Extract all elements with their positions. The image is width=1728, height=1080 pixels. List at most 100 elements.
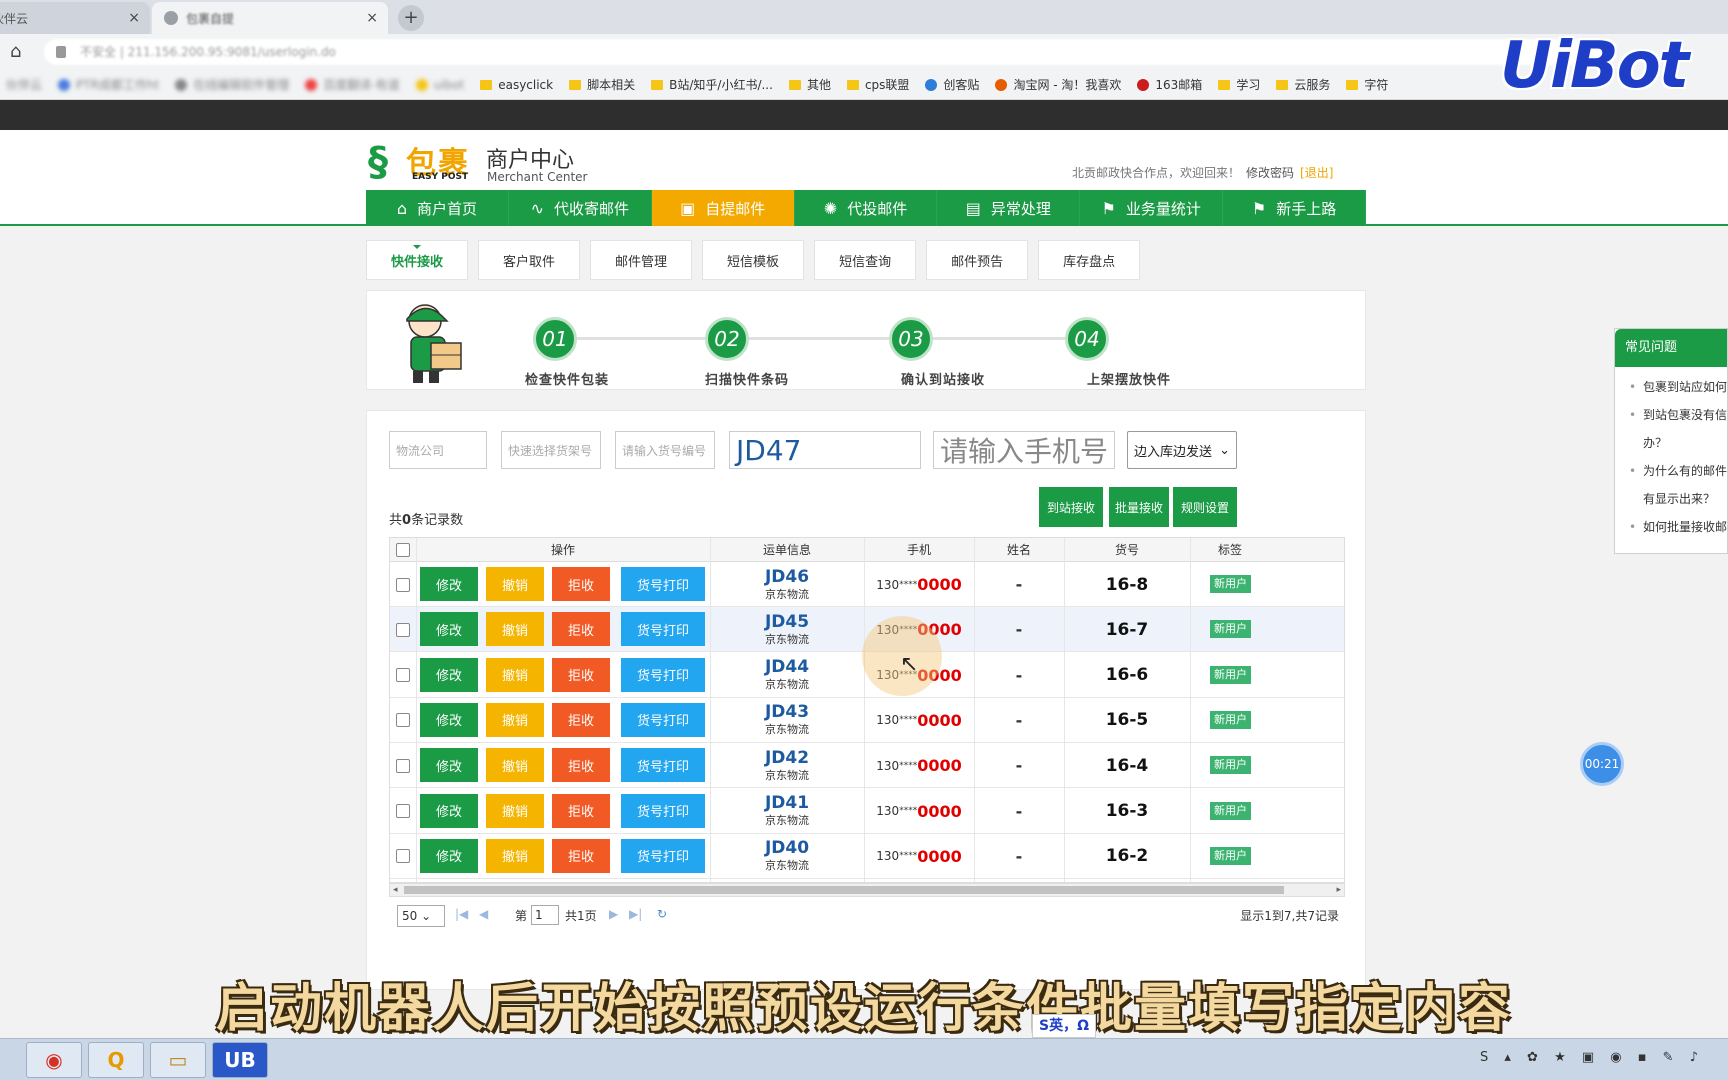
print-slot-button[interactable]: 货号打印 <box>621 612 705 647</box>
change-password-link[interactable]: 修改密码 <box>1246 166 1294 180</box>
chrome-icon[interactable]: ◉ <box>26 1042 82 1078</box>
print-slot-button[interactable]: 货号打印 <box>621 657 705 692</box>
nav-item-6[interactable]: ⚑ 新手上路 <box>1223 190 1367 226</box>
subtab-3[interactable]: 短信模板 <box>702 240 805 280</box>
bookmark-item[interactable]: 百度翻译-有道 <box>305 76 400 93</box>
waybill-number[interactable]: JD44 <box>765 658 809 676</box>
faq-item[interactable]: • 为什么有的邮件 <box>1615 457 1727 485</box>
row-checkbox[interactable] <box>396 622 410 637</box>
next-page-icon[interactable]: ▶ <box>609 907 618 921</box>
edit-button[interactable]: 修改 <box>420 567 478 601</box>
reject-button[interactable]: 拒收 <box>552 838 610 873</box>
subtab-4[interactable]: 短信查询 <box>814 240 917 280</box>
bookmark-item[interactable]: 在线编辑软件管理 <box>175 76 289 93</box>
undo-button[interactable]: 撤销 <box>486 748 544 783</box>
mode-select[interactable]: 边入库边发送 ⌄ <box>1127 431 1237 469</box>
print-slot-button[interactable]: 货号打印 <box>621 702 705 737</box>
edit-button[interactable]: 修改 <box>420 838 478 873</box>
bookmark-item[interactable]: B站/知乎/小红书/... <box>651 76 773 93</box>
reject-button[interactable]: 拒收 <box>552 612 610 647</box>
row-checkbox[interactable] <box>396 713 410 728</box>
reject-button[interactable]: 拒收 <box>552 657 610 692</box>
undo-button[interactable]: 撤销 <box>486 567 544 601</box>
bookmark-item[interactable]: 其他 <box>788 76 831 93</box>
page-size-select[interactable]: 50 ⌄ <box>397 905 445 927</box>
nav-item-5[interactable]: ⚑ 业务量统计 <box>1080 190 1224 226</box>
row-checkbox[interactable] <box>396 668 410 683</box>
subtab-1[interactable]: 客户取件 <box>478 240 581 280</box>
row-checkbox[interactable] <box>396 804 410 818</box>
scroll-right-icon[interactable]: ▸ <box>1336 884 1341 896</box>
faq-item[interactable]: • 如何批量接收邮 <box>1615 513 1727 541</box>
batch-receive-button[interactable]: 批量接收 <box>1109 487 1169 527</box>
edit-button[interactable]: 修改 <box>420 748 478 783</box>
logout-link[interactable]: [退出] <box>1300 166 1333 180</box>
waybill-number[interactable]: JD42 <box>765 749 809 767</box>
new-tab-button[interactable]: + <box>398 5 424 31</box>
ime-indicator[interactable]: S英，Ω <box>1032 1014 1096 1038</box>
bookmark-item[interactable]: 脚本相关 <box>569 76 635 93</box>
edit-button[interactable]: 修改 <box>420 702 478 737</box>
reject-button[interactable]: 拒收 <box>552 702 610 737</box>
waybill-number[interactable]: JD46 <box>765 568 809 586</box>
slot-number-input[interactable]: 请输入货号编号 <box>615 431 715 469</box>
bookmark-item[interactable]: 字符 <box>1346 76 1388 93</box>
last-page-icon[interactable]: ▶| <box>629 907 642 921</box>
nav-item-0[interactable]: ⌂ 商户首页 <box>366 190 509 226</box>
arrive-receive-button[interactable]: 到站接收 <box>1039 487 1103 527</box>
bookmark-item[interactable]: cps联盟 <box>846 76 909 93</box>
bookmark-item[interactable]: PTR成都工作ht <box>58 76 159 93</box>
page-input[interactable]: 1 <box>531 905 559 925</box>
row-checkbox[interactable] <box>396 849 410 864</box>
faq-item[interactable]: • 到站包裹没有信 <box>1615 401 1727 429</box>
waybill-input[interactable]: JD47 <box>729 431 921 469</box>
row-checkbox[interactable] <box>396 577 410 592</box>
tab-active[interactable]: 包裹自提 × <box>152 2 388 34</box>
close-icon[interactable]: × <box>366 10 378 26</box>
bookmark-item[interactable]: 伙伴云 <box>6 76 42 93</box>
edit-button[interactable]: 修改 <box>420 793 478 828</box>
scrollbar-thumb[interactable] <box>404 886 1284 894</box>
undo-button[interactable]: 撤销 <box>486 612 544 647</box>
refresh-icon[interactable]: ↻ <box>657 907 667 921</box>
horizontal-scrollbar[interactable]: ◂ ▸ <box>389 883 1345 897</box>
undo-button[interactable]: 撤销 <box>486 657 544 692</box>
bookmark-item[interactable]: 学习 <box>1218 76 1260 93</box>
nav-item-1[interactable]: ∿ 代收寄邮件 <box>509 190 652 226</box>
bookmark-item[interactable]: 云服务 <box>1276 76 1330 93</box>
print-slot-button[interactable]: 货号打印 <box>621 838 705 873</box>
bookmark-item[interactable]: 淘宝网 - 淘！我喜欢 <box>995 76 1121 93</box>
phone-input[interactable]: 请输入手机号 <box>933 431 1115 469</box>
bookmark-item[interactable]: easyclick <box>480 78 553 92</box>
subtab-2[interactable]: 邮件管理 <box>590 240 693 280</box>
bookmark-item[interactable]: uibot <box>415 78 464 92</box>
nav-item-3[interactable]: ✺ 代投邮件 <box>795 190 938 226</box>
waybill-number[interactable]: JD43 <box>765 703 809 721</box>
waybill-number[interactable]: JD45 <box>765 613 809 631</box>
print-slot-button[interactable]: 货号打印 <box>621 567 705 601</box>
undo-button[interactable]: 撤销 <box>486 793 544 828</box>
edit-button[interactable]: 修改 <box>420 612 478 647</box>
subtab-5[interactable]: 邮件预告 <box>926 240 1029 280</box>
print-slot-button[interactable]: 货号打印 <box>621 748 705 783</box>
shelf-select-input[interactable]: 快速选择货架号 <box>501 431 601 469</box>
close-icon[interactable]: × <box>128 10 140 26</box>
undo-button[interactable]: 撤销 <box>486 838 544 873</box>
nav-item-4[interactable]: ▤ 异常处理 <box>937 190 1081 226</box>
rule-settings-button[interactable]: 规则设置 <box>1173 487 1237 527</box>
waybill-number[interactable]: JD41 <box>765 794 809 812</box>
home-icon[interactable]: ⌂ <box>10 42 32 62</box>
faq-item[interactable]: 办？ <box>1615 429 1727 457</box>
subtab-6[interactable]: 库存盘点 <box>1038 240 1141 280</box>
bookmark-item[interactable]: 163邮箱 <box>1137 76 1202 93</box>
undo-button[interactable]: 撤销 <box>486 702 544 737</box>
reject-button[interactable]: 拒收 <box>552 748 610 783</box>
bookmark-item[interactable]: 创客贴 <box>925 76 979 93</box>
reject-button[interactable]: 拒收 <box>552 793 610 828</box>
logistics-company-input[interactable]: 物流公司 <box>389 431 487 469</box>
edit-button[interactable]: 修改 <box>420 657 478 692</box>
faq-item[interactable]: 有显示出来？ <box>1615 485 1727 513</box>
app-search-icon[interactable]: Q <box>88 1042 144 1078</box>
file-explorer-icon[interactable]: ▭ <box>150 1042 206 1078</box>
reject-button[interactable]: 拒收 <box>552 567 610 601</box>
